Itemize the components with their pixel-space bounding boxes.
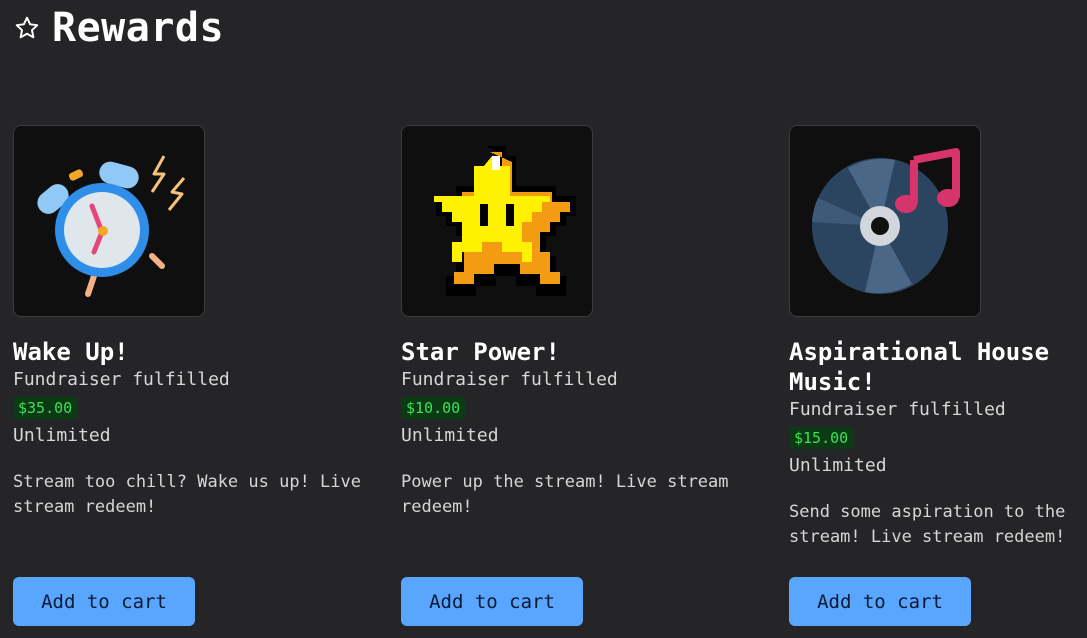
vinyl-music-icon xyxy=(812,148,960,294)
reward-status: Fundraiser fulfilled xyxy=(401,369,618,390)
pixel-star-icon xyxy=(434,146,576,296)
reward-title: Star Power! xyxy=(401,338,560,366)
reward-status: Fundraiser fulfilled xyxy=(789,399,1006,420)
add-to-cart-button[interactable]: Add to cart xyxy=(789,577,971,626)
reward-image xyxy=(13,125,205,317)
reward-image xyxy=(789,125,981,317)
reward-quantity: Unlimited xyxy=(789,455,887,476)
page-header: Rewards xyxy=(14,4,224,52)
reward-description: Stream too chill? Wake us up! Live strea… xyxy=(13,472,361,517)
star-outline-icon xyxy=(14,15,40,41)
add-to-cart-button[interactable]: Add to cart xyxy=(401,577,583,626)
reward-card: Star Power! Fundraiser fulfilled $10.00 … xyxy=(401,125,789,630)
reward-quantity: Unlimited xyxy=(13,425,111,446)
reward-title: Wake Up! xyxy=(13,338,129,366)
rewards-grid: Wake Up! Fundraiser fulfilled $35.00 Unl… xyxy=(13,125,1079,630)
reward-price: $15.00 xyxy=(789,427,854,449)
reward-image xyxy=(401,125,593,317)
reward-quantity: Unlimited xyxy=(401,425,499,446)
reward-card: Aspirational House Music! Fundraiser ful… xyxy=(789,125,1079,630)
page-title: Rewards xyxy=(52,5,225,51)
reward-card: Wake Up! Fundraiser fulfilled $35.00 Unl… xyxy=(13,125,401,630)
add-to-cart-button[interactable]: Add to cart xyxy=(13,577,195,626)
reward-price: $35.00 xyxy=(13,397,78,419)
reward-description: Send some aspiration to the stream! Live… xyxy=(789,502,1066,547)
alarm-clock-icon xyxy=(37,155,186,297)
reward-status: Fundraiser fulfilled xyxy=(13,369,230,390)
reward-price: $10.00 xyxy=(401,397,466,419)
reward-description: Power up the stream! Live stream redeem! xyxy=(401,472,729,517)
reward-title: Aspirational House Music! xyxy=(789,338,1050,396)
